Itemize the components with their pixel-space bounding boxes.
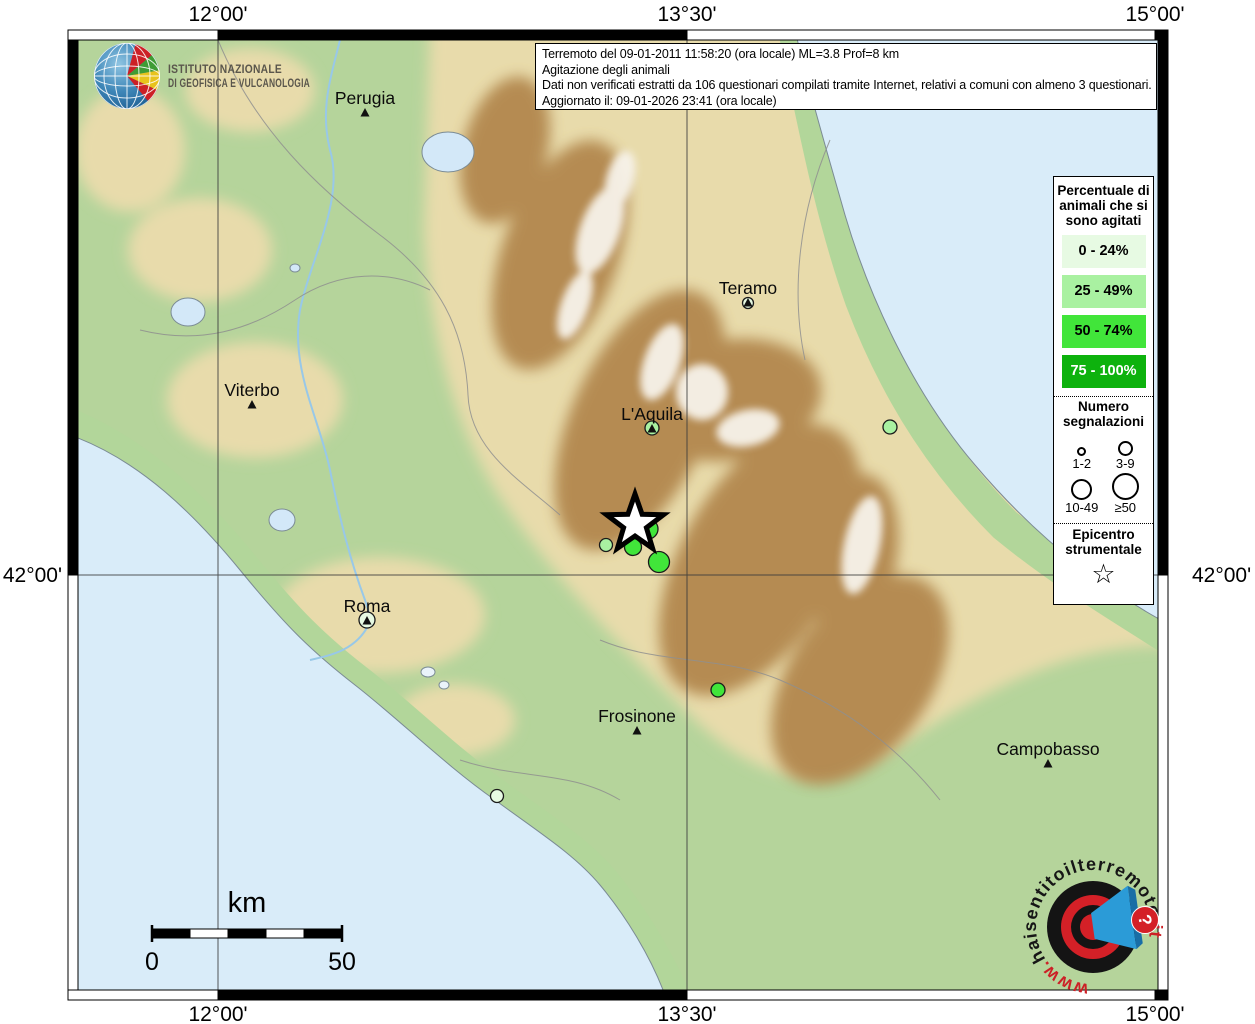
info-line-source: Dati non verificati estratti da 106 ques… <box>542 78 1152 93</box>
city-label: Campobasso <box>996 739 1099 759</box>
seismic-map-page: Perugia Teramo Viterbo L'Aquila Roma Frosinon… <box>0 0 1255 1024</box>
legend-swatch: 50 - 74% <box>1061 315 1146 348</box>
info-line-updated: Aggiornato il: 09-01-2026 23:41 (ora loc… <box>542 93 777 108</box>
legend-swatch: 25 - 49% <box>1061 275 1146 308</box>
city-label: Perugia <box>335 88 396 108</box>
signal-size-item: 1-2 <box>1060 430 1104 471</box>
epicenter-star-icon: ☆ <box>1091 559 1116 589</box>
axis-label-bottom-15: 15°00' <box>1125 1003 1184 1024</box>
axis-label-top-12: 12°00' <box>188 3 247 26</box>
observation-dot <box>598 537 614 553</box>
legend-panel: Percentuale di animali che si sono agita… <box>1053 176 1154 605</box>
legend-signal-sizes: 1-2 3-9 10-49 ≥50 <box>1054 429 1153 515</box>
axis-label-top-15: 15°00' <box>1125 3 1184 26</box>
scale-start-label: 0 <box>145 948 159 976</box>
signal-size-item: 10-49 <box>1060 474 1104 515</box>
legend-swatch: 0 - 24% <box>1061 235 1146 268</box>
scale-end-label: 50 <box>328 948 356 976</box>
terrain-layer <box>78 40 1158 990</box>
legend-percent-title: Percentuale di animali che si sono agita… <box>1057 183 1150 228</box>
signal-size-item: 3-9 <box>1104 430 1148 471</box>
city-label: Viterbo <box>224 380 279 400</box>
signal-size-label: ≥50 <box>1114 500 1137 515</box>
city-label: Frosinone <box>598 706 676 726</box>
city-label: Roma <box>344 596 391 616</box>
signal-size-circle <box>1077 447 1087 456</box>
axis-label-left-42: 42°00' <box>3 564 62 587</box>
signal-size-item: ≥50 <box>1104 473 1148 515</box>
legend-swatch: 75 - 100% <box>1061 355 1146 388</box>
signal-size-circle <box>1111 473 1139 500</box>
observation-dot <box>489 788 505 804</box>
scale-unit-label: km <box>228 887 267 919</box>
axis-label-bottom-12: 12°00' <box>188 1003 247 1024</box>
signal-size-label: 1-2 <box>1072 456 1092 471</box>
signal-size-circle <box>1071 479 1093 500</box>
signal-size-circle <box>1117 441 1133 456</box>
ingv-name-line2: DI GEOFISICA E VULCANOLOGIA <box>168 78 310 90</box>
axis-label-bottom-1330: 13°30' <box>657 1003 716 1024</box>
scale-bar-segments <box>151 928 343 939</box>
observation-dot <box>882 419 898 435</box>
observation-dot <box>647 550 671 574</box>
info-line-event: Terremoto del 09-01-2011 11:58:20 (ora l… <box>542 47 899 61</box>
legend-percent-swatches: 0 - 24% 25 - 49% 50 - 74% 75 - 100% <box>1054 235 1153 388</box>
axis-label-top-1330: 13°30' <box>657 3 716 26</box>
city-label: L'Aquila <box>621 404 683 424</box>
legend-signals-title: Numero segnalazioni <box>1062 399 1145 429</box>
observation-dot <box>710 682 726 698</box>
signal-size-label: 3-9 <box>1115 456 1135 471</box>
city-label: Teramo <box>719 278 777 298</box>
info-line-subject: Agitazione degli animali <box>542 62 670 77</box>
ingv-name-line1: ISTITUTO NAZIONALE <box>168 64 282 76</box>
earthquake-info-box: Terremoto del 09-01-2011 11:58:20 (ora l… <box>535 43 1157 110</box>
legend-epicenter-title: Epicentro strumentale <box>1065 527 1142 557</box>
signal-size-label: 10-49 <box>1065 500 1099 515</box>
axis-label-right-42: 42°00' <box>1192 564 1251 587</box>
